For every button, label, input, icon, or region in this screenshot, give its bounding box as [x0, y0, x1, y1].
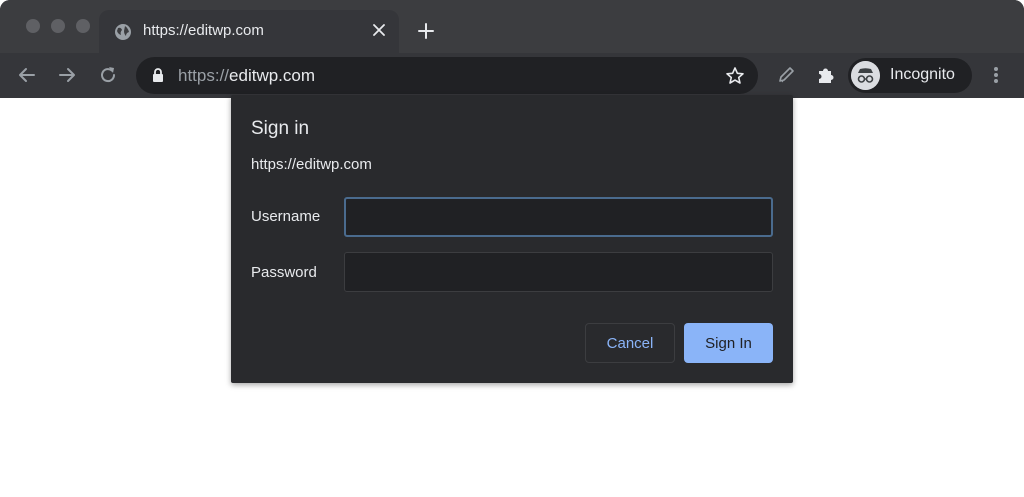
close-icon[interactable] [371, 22, 387, 38]
back-arrow-icon[interactable] [16, 64, 38, 86]
new-tab-plus-icon[interactable] [417, 22, 435, 40]
window-zoom-control[interactable] [76, 19, 90, 33]
url-host: editwp.com [229, 66, 316, 85]
tab-title: https://editwp.com [143, 22, 264, 39]
reload-icon[interactable] [97, 64, 119, 86]
username-label: Username [251, 208, 321, 225]
forward-arrow-icon[interactable] [56, 64, 78, 86]
dialog-title: Sign in [251, 118, 310, 139]
extensions-puzzle-icon[interactable] [815, 64, 837, 86]
profile-incognito-button[interactable]: Incognito [848, 58, 972, 93]
tab-active[interactable]: https://editwp.com [99, 10, 399, 53]
dialog-origin: https://editwp.com [251, 156, 372, 173]
toolbar: https://editwp.com Incognito [0, 53, 1024, 98]
address-bar[interactable]: https://editwp.com [136, 57, 758, 94]
password-label: Password [251, 264, 317, 281]
address-bar-url: https://editwp.com [178, 66, 315, 86]
lock-icon[interactable] [152, 68, 164, 83]
profile-label: Incognito [890, 66, 955, 83]
bookmark-star-icon[interactable] [725, 66, 745, 86]
pen-icon[interactable] [775, 64, 797, 86]
window-minimize-control[interactable] [51, 19, 65, 33]
sign-in-dialog: Sign in https://editwp.com Username Pass… [231, 95, 793, 383]
username-input[interactable] [344, 197, 773, 237]
cancel-button[interactable]: Cancel [585, 323, 675, 363]
more-vert-icon[interactable] [986, 64, 1006, 86]
window-close-control[interactable] [26, 19, 40, 33]
url-scheme: https:// [178, 66, 230, 85]
sign-in-button[interactable]: Sign In [684, 323, 773, 363]
globe-icon [115, 24, 131, 40]
password-input[interactable] [344, 252, 773, 292]
tab-strip: https://editwp.com [0, 0, 1024, 53]
browser-window: https://editwp.com https://editwp.com In… [0, 0, 1024, 98]
incognito-icon [851, 61, 880, 90]
